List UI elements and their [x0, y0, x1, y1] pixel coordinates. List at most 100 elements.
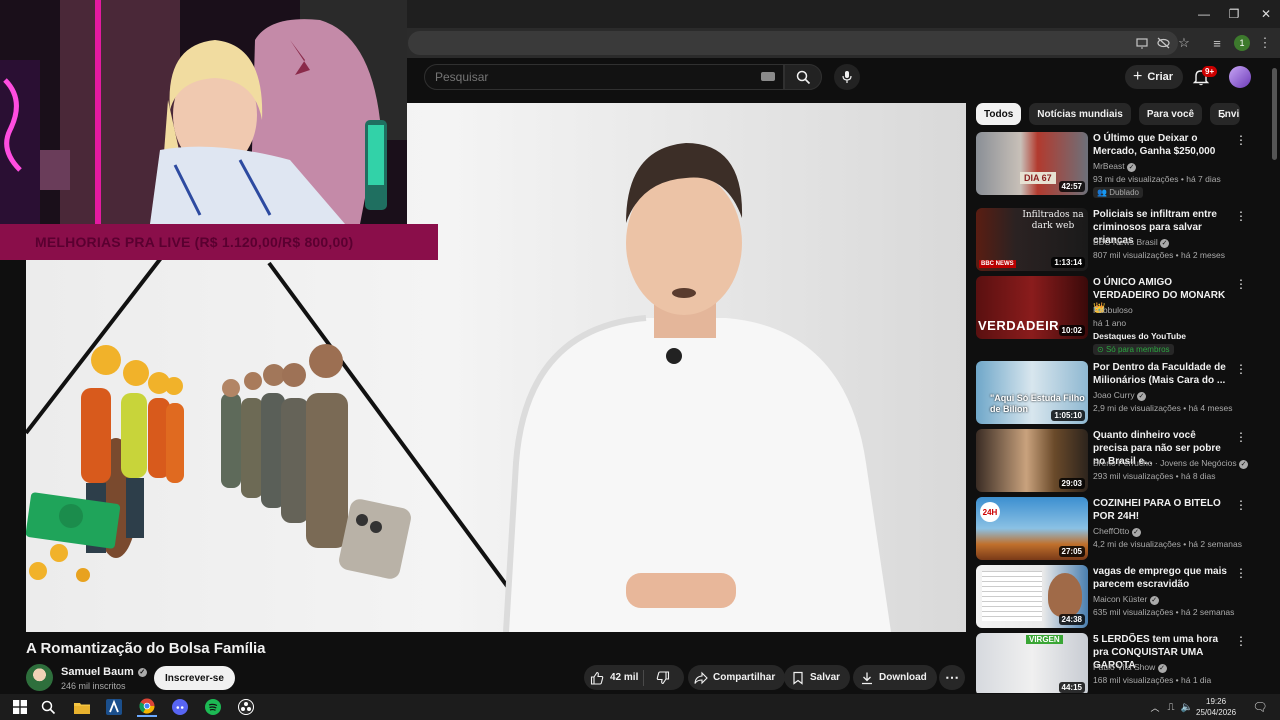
- thumbnail-text: Infiltrados na dark web: [1022, 210, 1084, 231]
- video-thumbnail[interactable]: 24:38: [976, 565, 1088, 628]
- video-title: A Romantização do Bolsa Família: [26, 640, 266, 657]
- spotify-icon[interactable]: [203, 697, 223, 717]
- more-options-icon[interactable]: ⋮: [1235, 431, 1247, 445]
- obs-icon[interactable]: [236, 697, 256, 717]
- video-thumbnail[interactable]: DIA 67 42:57: [976, 132, 1088, 195]
- download-label: Download: [879, 672, 927, 683]
- chip-para-voce[interactable]: Para você: [1138, 103, 1203, 125]
- share-label: Compartilhar: [713, 672, 776, 683]
- video-duration: 24:38: [1058, 614, 1085, 625]
- profile-avatar-icon[interactable]: 1: [1234, 35, 1250, 51]
- network-icon[interactable]: ⎍: [1164, 697, 1178, 717]
- chip-todos[interactable]: Todos: [976, 103, 1022, 125]
- chip-noticias-mundiais[interactable]: Notícias mundiais: [1029, 103, 1131, 125]
- recommendation-meta: 168 mil visualizações • há 1 dia: [1093, 675, 1212, 685]
- recommendation-item[interactable]: Infiltrados na dark web BBC NEWS 1:13:14…: [976, 208, 1266, 272]
- verified-icon: ✓: [137, 667, 147, 677]
- recommendation-meta: 807 mil visualizações • há 2 meses: [1093, 250, 1225, 260]
- video-duration: 29:03: [1058, 478, 1085, 489]
- cast-icon[interactable]: [1133, 34, 1151, 52]
- verified-icon: ✓: [1131, 528, 1141, 537]
- like-dislike-group: 42 mil: [584, 665, 684, 690]
- reading-list-icon[interactable]: ≡: [1208, 34, 1226, 52]
- app-a-icon[interactable]: [104, 697, 124, 717]
- address-bar[interactable]: [408, 31, 1178, 55]
- verified-icon: ✓: [1149, 596, 1159, 605]
- like-button[interactable]: 42 mil: [584, 669, 644, 686]
- create-button[interactable]: + Criar: [1125, 65, 1184, 89]
- bookmark-star-icon[interactable]: ☆: [1175, 34, 1193, 52]
- recommendation-channel: CheffOtto ✓: [1093, 526, 1141, 537]
- save-button[interactable]: Salvar: [784, 665, 851, 690]
- more-actions-button[interactable]: ⋯: [939, 665, 965, 690]
- recommendation-title: O Último que Deixar o Mercado, Ganha $25…: [1093, 133, 1216, 157]
- keyboard-icon[interactable]: [761, 72, 775, 81]
- video-thumbnail[interactable]: "Aqui Só Estuda Filho de Bilion 1:05:10: [976, 361, 1088, 424]
- recommendation-item[interactable]: DIA 67 42:57 O Último que Deixar o Merca…: [976, 132, 1266, 198]
- search-input[interactable]: [435, 70, 735, 84]
- dubbed-badge: 👥 Dublado: [1093, 187, 1143, 198]
- browser-menu-icon[interactable]: ⋮: [1256, 34, 1274, 52]
- video-duration: 44:15: [1058, 682, 1085, 693]
- subscriber-count: 246 mil inscritos: [61, 681, 126, 691]
- more-options-icon[interactable]: ⋮: [1235, 134, 1247, 148]
- recommendation-item[interactable]: "Aqui Só Estuda Filho de Bilion 1:05:10 …: [976, 361, 1266, 425]
- recommendation-meta: 293 mil visualizações • há 8 dias: [1093, 471, 1216, 481]
- chrome-icon[interactable]: [137, 697, 157, 717]
- search-icon[interactable]: [38, 697, 58, 717]
- video-thumbnail[interactable]: Infiltrados na dark web BBC NEWS 1:13:14: [976, 208, 1088, 271]
- stream-goal-banner: MELHORIAS PRA LIVE (R$ 1.120,00/R$ 800,0…: [0, 224, 438, 260]
- recommendation-meta: 4,2 mi de visualizações • há 2 semanas: [1093, 539, 1242, 549]
- recommendation-item[interactable]: VIRGEN 44:15 5 LERDÕES tem uma hora pra …: [976, 633, 1266, 693]
- streamer-webcam-overlay: [0, 0, 407, 224]
- video-thumbnail[interactable]: 29:03: [976, 429, 1088, 492]
- share-button[interactable]: Compartilhar: [688, 665, 786, 690]
- more-options-icon[interactable]: ⋮: [1235, 278, 1247, 292]
- restore-button[interactable]: ❐: [1218, 0, 1250, 28]
- more-options-icon[interactable]: ⋮: [1235, 567, 1247, 581]
- file-explorer-icon[interactable]: [72, 697, 92, 717]
- windows-start-icon[interactable]: [10, 697, 30, 717]
- minimize-button[interactable]: —: [1188, 0, 1220, 28]
- recommendation-item[interactable]: 24H 27:05 COZINHEI PARA O BITELO POR 24H…: [976, 497, 1266, 561]
- page-scrollbar[interactable]: [1270, 62, 1278, 690]
- webcam-feed: [0, 0, 407, 224]
- video-thumbnail[interactable]: VERDADEIR 10:02: [976, 276, 1088, 339]
- channel-avatar[interactable]: [26, 664, 53, 691]
- eye-off-icon[interactable]: [1154, 34, 1172, 52]
- voice-search-button[interactable]: [834, 64, 860, 90]
- recommendation-item[interactable]: VERDADEIR 10:02 O ÚNICO AMIGO VERDADEIRO…: [976, 276, 1266, 356]
- more-options-icon[interactable]: ⋮: [1235, 363, 1247, 377]
- recommendation-item[interactable]: 24:38 vagas de emprego que mais parecem …: [976, 565, 1266, 629]
- youtube-highlights-label: Destaques do YouTube: [1093, 331, 1187, 341]
- video-duration: 1:13:14: [1051, 257, 1085, 268]
- more-options-icon[interactable]: ⋮: [1235, 635, 1247, 649]
- channel-name-row[interactable]: Samuel Baum ✓: [61, 666, 147, 678]
- volume-icon[interactable]: 🔈: [1180, 697, 1194, 717]
- video-thumbnail[interactable]: VIRGEN 44:15: [976, 633, 1088, 693]
- recommendation-title: vagas de emprego que mais parecem escrav…: [1093, 566, 1227, 590]
- discord-icon[interactable]: [170, 697, 190, 717]
- thumbnail-text: DIA 67: [1020, 172, 1056, 184]
- download-button[interactable]: Download: [853, 665, 937, 690]
- document-snippet: [982, 571, 1042, 621]
- recommendation-channel: Joao Curry ✓: [1093, 390, 1146, 401]
- video-thumbnail[interactable]: 24H 27:05: [976, 497, 1088, 560]
- dislike-button[interactable]: [644, 670, 682, 685]
- more-options-icon[interactable]: ⋮: [1235, 210, 1247, 224]
- recommendation-channel: Fabbuloso: [1093, 305, 1133, 315]
- close-button[interactable]: ✕: [1250, 0, 1280, 28]
- chevron-up-icon[interactable]: ︿: [1148, 697, 1162, 717]
- subscribe-button[interactable]: Inscrever-se: [154, 666, 235, 690]
- chevron-right-icon[interactable]: ›: [1221, 107, 1235, 121]
- scrollbar-thumb[interactable]: [1272, 68, 1277, 160]
- more-options-icon[interactable]: ⋮: [1235, 499, 1247, 513]
- thumbnail-text: 24H: [980, 502, 1000, 522]
- clock-date: 25/04/2026: [1196, 708, 1237, 717]
- taskbar-clock[interactable]: 19:26 25/04/2026: [1196, 696, 1236, 718]
- search-button[interactable]: [784, 64, 822, 90]
- recommendation-item[interactable]: 29:03 Quanto dinheiro você precisa para …: [976, 429, 1266, 493]
- microphone-icon: [842, 71, 852, 83]
- notification-center-icon[interactable]: 🗨: [1250, 697, 1270, 717]
- account-avatar[interactable]: [1229, 66, 1251, 88]
